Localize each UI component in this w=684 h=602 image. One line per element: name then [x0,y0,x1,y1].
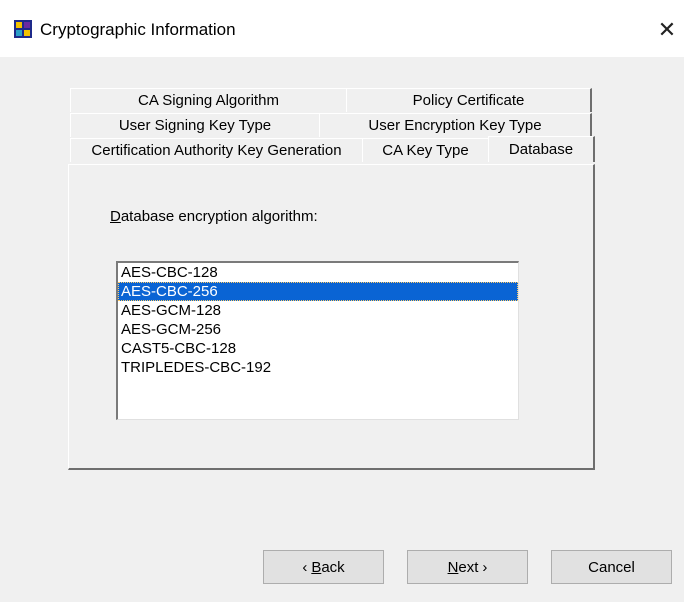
list-item-cast5-cbc-128[interactable]: CAST5-CBC-128 [118,339,518,358]
database-encryption-algorithm-label: Database encryption algorithm: [110,208,318,225]
close-icon[interactable]: ✕ [652,15,682,45]
tab-certification-authority-key-generation[interactable]: Certification Authority Key Generation [70,138,364,162]
window-title: Cryptographic Information [40,20,236,39]
label-text: atabase encryption algorithm: [120,208,318,225]
algorithm-listbox[interactable]: AES-CBC-128 AES-CBC-256 AES-GCM-128 AES-… [116,261,519,420]
back-button[interactable]: ‹ Back [263,550,384,584]
list-item-aes-gcm-128[interactable]: AES-GCM-128 [118,301,518,320]
next-arrow-icon: › [482,558,488,576]
title-bar: Cryptographic Information ✕ [0,0,684,57]
back-arrow-icon: ‹ [302,558,308,576]
tab-ca-signing-algorithm[interactable]: CA Signing Algorithm [70,88,348,112]
tab-ca-key-type[interactable]: CA Key Type [362,138,490,162]
list-item-aes-gcm-256[interactable]: AES-GCM-256 [118,320,518,339]
app-icon [14,20,32,38]
back-label: ack [321,558,345,576]
list-item-tripledes-cbc-192[interactable]: TRIPLEDES-CBC-192 [118,358,518,377]
back-mnemonic: B [311,558,322,576]
cancel-button[interactable]: Cancel [551,550,672,584]
tab-user-signing-key-type[interactable]: User Signing Key Type [70,113,321,137]
tab-database[interactable]: Database [488,136,595,162]
list-item-aes-cbc-256[interactable]: AES-CBC-256 [118,282,518,301]
label-mnemonic: D [110,208,121,225]
next-button[interactable]: Next › [407,550,528,584]
tab-policy-certificate[interactable]: Policy Certificate [346,88,592,112]
next-mnemonic: N [447,558,459,576]
next-label: ext [458,558,479,576]
list-item-aes-cbc-128[interactable]: AES-CBC-128 [118,263,518,282]
tab-user-encryption-key-type[interactable]: User Encryption Key Type [319,113,592,137]
